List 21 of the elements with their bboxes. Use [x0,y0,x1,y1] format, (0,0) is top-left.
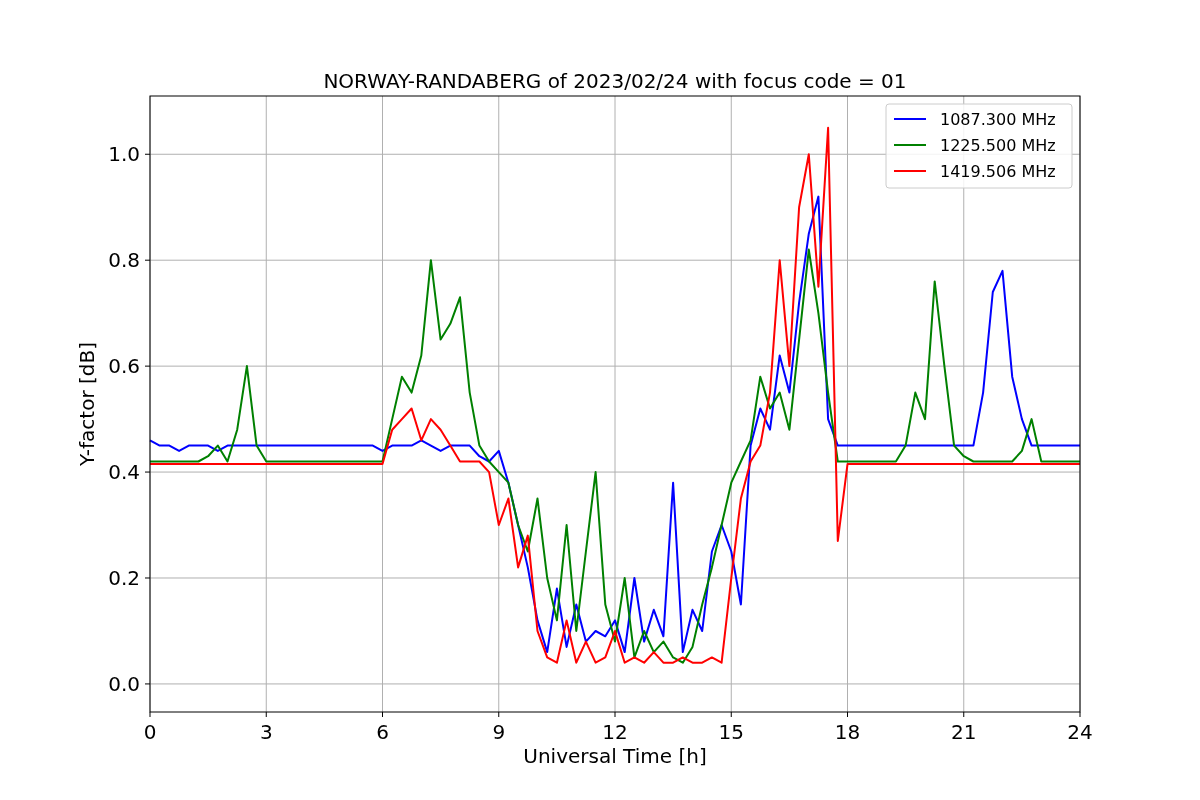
legend-label: 1225.500 MHz [940,136,1056,155]
legend-label: 1419.506 MHz [940,162,1056,181]
x-tick-label: 0 [143,720,157,744]
y-tick-label: 0.8 [108,248,140,273]
x-axis-label: Universal Time [h] [523,744,707,768]
x-tick-label: 3 [259,720,273,744]
y-tick-label: 0.2 [108,566,140,590]
y-tick-label: 0.6 [108,354,140,379]
x-tick-label: 15 [718,720,744,744]
x-tick-label: 12 [602,720,628,744]
x-tick-label: 21 [951,720,977,744]
y-tick-label: 0.0 [108,671,140,696]
x-tick-label: 6 [376,720,389,744]
legend-label: 1087.300 MHz [940,110,1056,129]
y-tick-label: 1.0 [108,142,140,167]
x-tick-label: 24 [1067,720,1093,744]
chart-title: NORWAY-RANDABERG of 2023/02/24 with focus code = 01 [323,69,907,93]
x-tick-label: 18 [834,720,861,744]
y-tick-label: 0.4 [108,460,140,485]
x-tick-label: 9 [492,720,506,744]
y-axis-label: Y-factor [dB] [75,342,99,466]
